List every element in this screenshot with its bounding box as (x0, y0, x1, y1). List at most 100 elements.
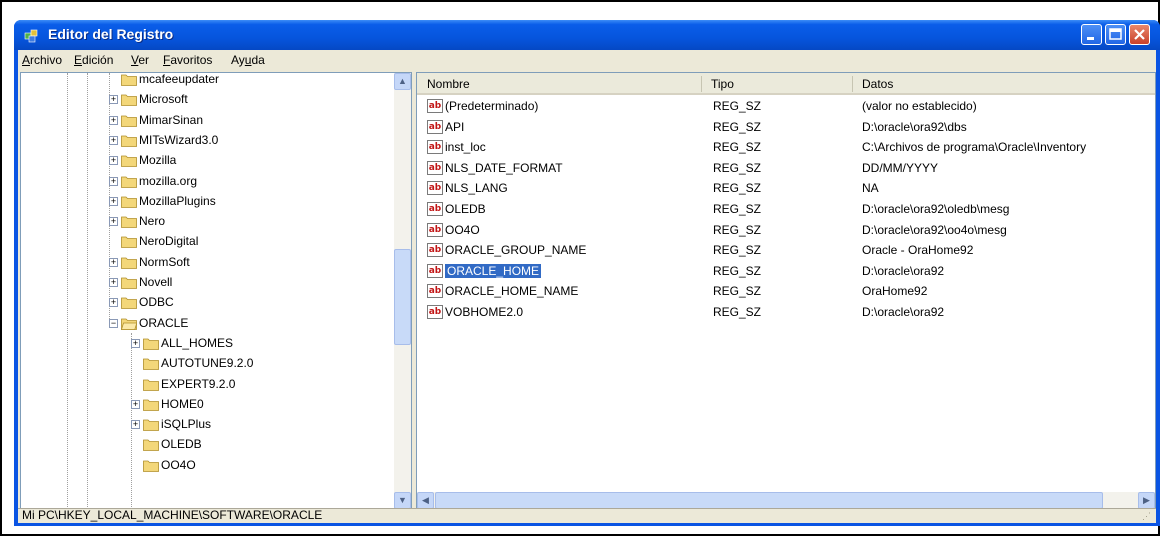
tree-item-label: NeroDigital (139, 234, 199, 249)
scroll-thumb[interactable] (394, 249, 411, 345)
tree-item-label: OLEDB (161, 437, 202, 452)
minimize-icon (1087, 37, 1094, 40)
menu-favoritos[interactable]: Favoritos (163, 53, 212, 67)
value-row[interactable]: ab OLEDB REG_SZ D:\oracle\ora92\oledb\mesg (417, 200, 1155, 220)
tree-item-label: Microsoft (139, 92, 188, 107)
expand-icon[interactable]: + (109, 95, 118, 105)
string-value-icon: ab (427, 202, 443, 216)
value-row[interactable]: ab ORACLE_GROUP_NAME REG_SZ Oracle - OraHom… (417, 241, 1155, 261)
expand-icon[interactable]: + (109, 257, 118, 267)
menu-edicion[interactable]: Edición (74, 53, 113, 67)
value-row[interactable]: ab OO4O REG_SZ D:\oracle\ora92\oo4o\mesg (417, 221, 1155, 241)
value-type: REG_SZ (713, 305, 762, 319)
value-name: ORACLE_GROUP_NAME (445, 243, 587, 258)
title-bar[interactable]: Editor del Registro (14, 20, 1160, 50)
tree-vertical-scrollbar[interactable]: ▲ ▼ (394, 73, 411, 509)
string-value-icon: ab (427, 305, 443, 319)
value-row[interactable]: ab ORACLE_HOME_NAME REG_SZ OraHome92 (417, 282, 1155, 302)
column-header-name-label: Nombre (427, 77, 470, 91)
value-row[interactable]: ab API REG_SZ D:\oracle\ora92\dbs (417, 118, 1155, 138)
close-button[interactable] (1129, 24, 1150, 45)
expand-icon[interactable]: + (109, 156, 118, 166)
value-row[interactable]: ab NLS_DATE_FORMAT REG_SZ DD/MM/YYYY (417, 159, 1155, 179)
string-value-icon: ab (427, 284, 443, 299)
header-divider[interactable] (701, 76, 702, 92)
column-header-type-label: Tipo (711, 77, 734, 91)
maximize-icon (1109, 28, 1122, 40)
value-data: DD/MM/YYYY (862, 160, 939, 175)
value-data: OraHome92 (862, 284, 928, 299)
column-header-name[interactable]: Nombre (417, 73, 701, 95)
menu-ver[interactable]: Ver (131, 53, 149, 67)
tree-item-label: MozillaPlugins (139, 193, 216, 208)
resize-grip-icon[interactable]: ⋰ (1142, 511, 1154, 523)
value-name: ORACLE_HOME_NAME (445, 284, 579, 299)
value-row[interactable]: ab inst_loc REG_SZ C:\Archivos de programa\… (417, 138, 1155, 158)
folder-icon (121, 155, 137, 168)
value-row[interactable]: ab VOBHOME2.0 REG_SZ D:\oracle\ora92 (417, 303, 1155, 323)
regedit-icon (24, 29, 38, 43)
values-horizontal-scrollbar[interactable]: ◀ ▶ (417, 492, 1155, 509)
folder-icon (143, 399, 159, 411)
scroll-right-button[interactable]: ▶ (1138, 492, 1155, 509)
folder-icon (121, 216, 137, 228)
tree-item-label: Novell (139, 275, 173, 289)
value-type: REG_SZ (713, 222, 762, 237)
scroll-down-button[interactable]: ▼ (394, 492, 411, 509)
scroll-left-button[interactable]: ◀ (417, 492, 434, 509)
tree-item-label: AUTOTUNE9.2.0 (161, 356, 254, 371)
expand-icon[interactable]: + (131, 420, 140, 430)
expand-icon[interactable]: + (109, 217, 118, 227)
value-data: C:\Archivos de programa\Oracle\Inventory (862, 140, 1087, 155)
column-header-type[interactable]: Tipo (701, 73, 852, 95)
folder-icon (121, 257, 137, 269)
tree-item-label: OO4O (161, 457, 196, 472)
tree-guide-line (67, 73, 68, 509)
string-value-icon: ab (427, 222, 443, 237)
open-folder-icon (121, 318, 137, 330)
value-data: D:\oracle\ora92\oo4o\mesg (862, 222, 1007, 237)
value-type: REG_SZ (713, 202, 762, 216)
value-row[interactable]: ab ORACLE_HOME REG_SZ D:\oracle\ora92 (417, 262, 1155, 282)
header-divider[interactable] (852, 76, 853, 92)
expand-icon[interactable]: + (109, 196, 118, 206)
value-type: REG_SZ (713, 263, 762, 278)
folder-icon (121, 115, 137, 127)
registry-editor-window: Editor del Registro Archivo Edición Ver … (14, 20, 1160, 526)
value-type: REG_SZ (713, 119, 762, 134)
value-name: NLS_LANG (445, 181, 508, 196)
expand-icon[interactable]: + (109, 176, 118, 186)
column-header-data-label: Datos (862, 77, 894, 91)
close-icon (1134, 29, 1145, 40)
menu-ayuda[interactable]: Ayuda (231, 53, 265, 67)
expand-icon[interactable]: + (109, 115, 118, 125)
column-header-data[interactable]: Datos (852, 73, 1155, 95)
scroll-thumb[interactable] (435, 492, 1103, 509)
tree-item-label: ALL_HOMES (161, 335, 234, 350)
tree-item-label: Mozilla (139, 153, 177, 168)
tree-item-label: NormSoft (139, 254, 190, 269)
expand-icon[interactable]: + (109, 135, 118, 145)
folder-icon (121, 176, 137, 188)
menu-archivo[interactable]: Archivo (22, 53, 62, 67)
expand-icon[interactable]: + (131, 338, 140, 348)
minimize-button[interactable] (1081, 24, 1102, 45)
values-pane[interactable]: Nombre Tipo Datos ab (Predeterminado) REG_… (416, 72, 1156, 510)
value-name: API (445, 119, 465, 134)
folder-icon (143, 419, 159, 431)
value-type: REG_SZ (713, 160, 762, 175)
value-row[interactable]: ab NLS_LANG REG_SZ NA (417, 179, 1155, 199)
expand-icon[interactable]: + (109, 298, 118, 308)
scroll-up-button[interactable]: ▲ (394, 73, 411, 90)
value-name: inst_loc (445, 140, 486, 155)
maximize-button[interactable] (1105, 24, 1126, 45)
string-value-icon: ab (427, 263, 443, 278)
folder-icon (143, 358, 159, 371)
collapse-icon[interactable]: − (109, 318, 118, 328)
expand-icon[interactable]: + (131, 399, 140, 409)
value-row[interactable]: ab (Predeterminado) REG_SZ (valor no establ… (417, 97, 1155, 117)
tree-item-label: ODBC (139, 295, 174, 310)
key-tree-pane[interactable]: mcafeeupdater + Microsoft + MimarSinan + MITsW… (20, 72, 412, 510)
tree-item-label: EXPERT9.2.0 (161, 376, 236, 391)
expand-icon[interactable]: + (109, 278, 118, 287)
